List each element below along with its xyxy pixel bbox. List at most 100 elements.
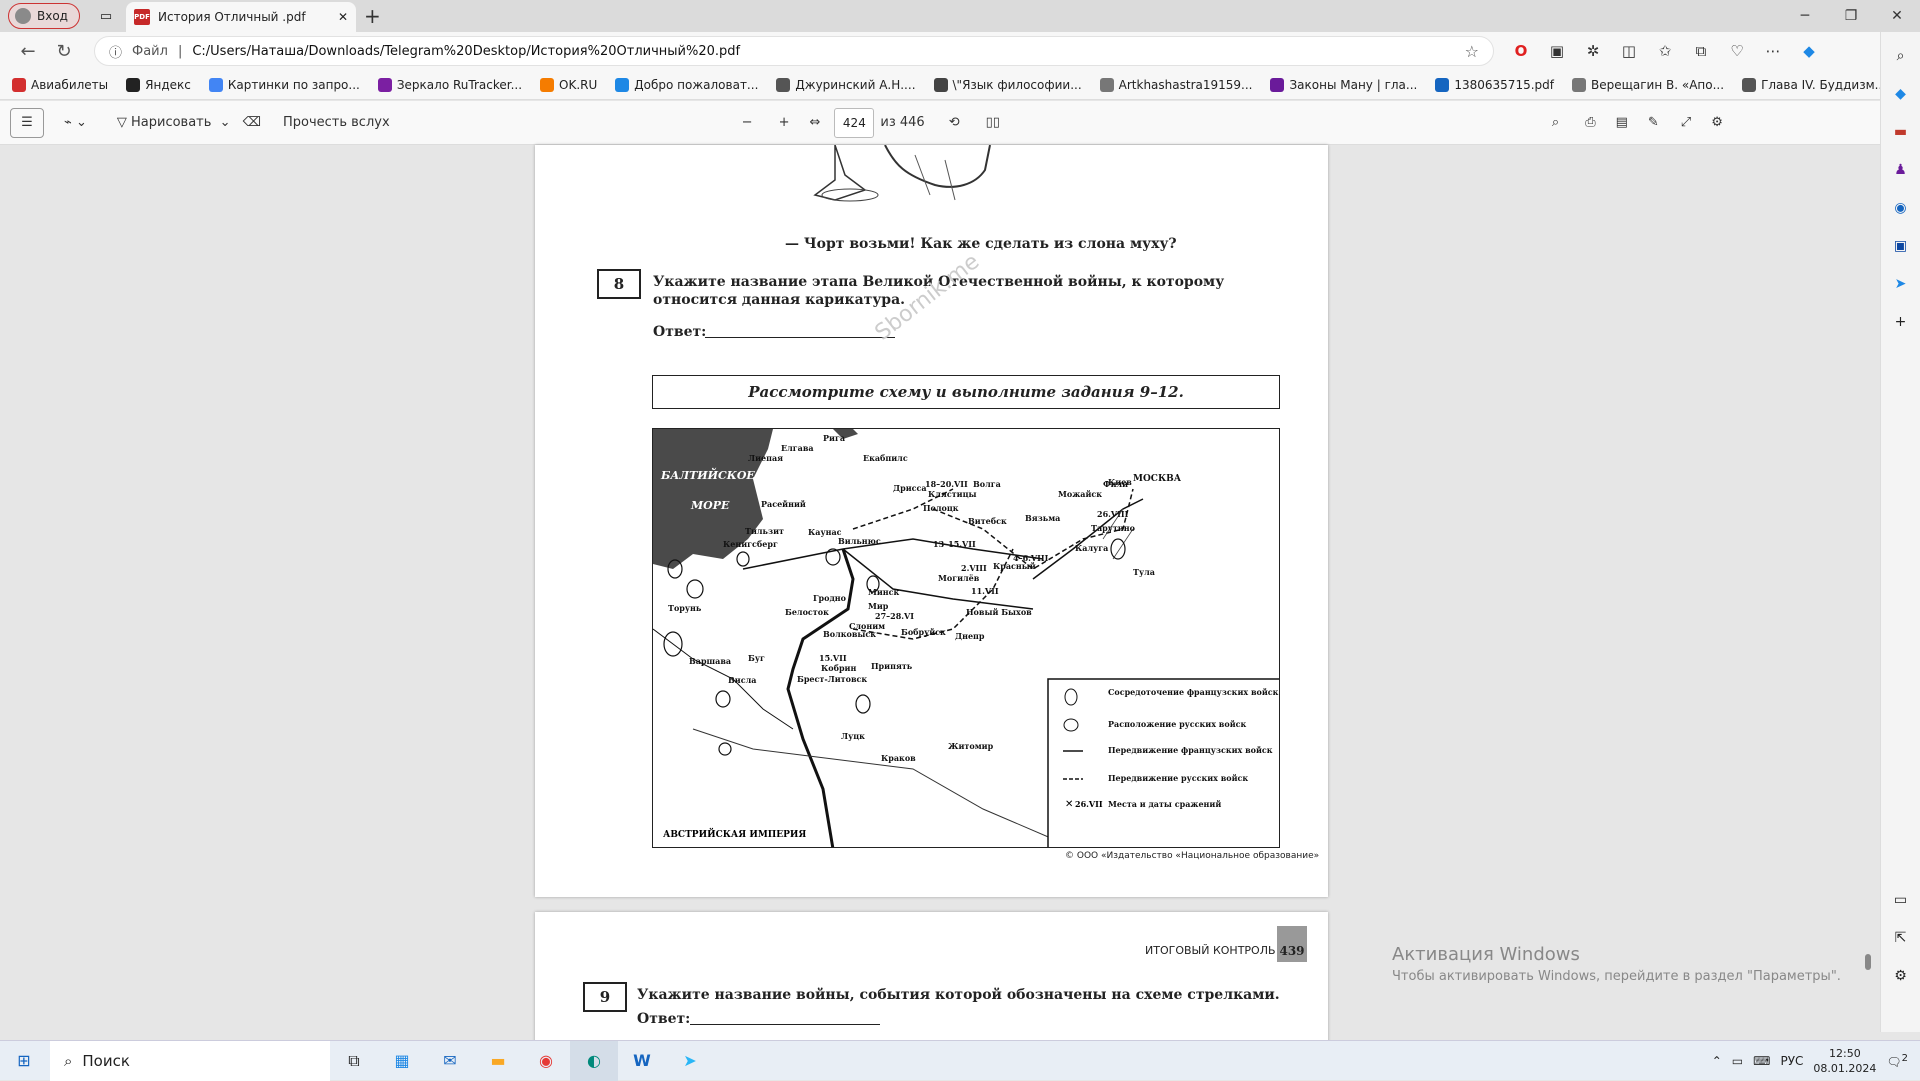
bookmark-icon (776, 77, 791, 92)
sidebar-shopping-icon[interactable]: ◆ (1889, 82, 1913, 106)
opera-icon[interactable]: O (1510, 40, 1532, 62)
bookmark-item[interactable]: Artkhashastra19159... (1099, 77, 1252, 92)
contents-icon[interactable]: ☰ (10, 107, 44, 138)
minimize-button[interactable]: ─ (1782, 0, 1828, 32)
bookmark-item[interactable]: Глава IV. Буддизм... (1742, 77, 1886, 92)
print-icon[interactable]: ⎙ (1579, 108, 1601, 138)
sidebar-settings-icon[interactable]: ⚙ (1889, 964, 1913, 988)
split-screen-icon[interactable]: ◫ (1618, 40, 1640, 62)
sidebar-office-icon[interactable]: ◉ (1889, 196, 1913, 220)
bookmark-item[interactable]: Джуринский А.Н.... (776, 77, 916, 92)
more-menu-icon[interactable]: ⋯ (1762, 40, 1784, 62)
bookmark-item[interactable]: 1380635715.pdf (1435, 77, 1554, 92)
close-window-button[interactable]: ✕ (1874, 0, 1920, 32)
notification-icon[interactable]: 🗨2 (1886, 1053, 1908, 1069)
sidebar-games-icon[interactable]: ♟ (1889, 158, 1913, 182)
extension-icon[interactable]: ▣ (1546, 40, 1568, 62)
bookmark-label: \"Язык философии... (952, 77, 1082, 92)
keyboard-icon[interactable]: ⌨ (1753, 1054, 1770, 1068)
search-icon[interactable]: ⌕ (1546, 108, 1565, 138)
read-aloud-button[interactable]: Прочесть вслух (277, 108, 396, 138)
info-icon[interactable]: ⓘ (109, 42, 122, 61)
map-label: Тарутино (1091, 523, 1136, 533)
sidebar-add-icon[interactable]: + (1889, 310, 1913, 334)
bookmark-item[interactable]: Добро пожаловат... (615, 77, 758, 92)
highlight-icon[interactable]: ⌁ ⌄ (58, 108, 93, 138)
bookmark-item[interactable]: Картинки по запро... (208, 77, 360, 92)
map-label: 26.VIII (1097, 509, 1129, 519)
bookmark-icon (126, 77, 141, 92)
map-sea-label: БАЛТИЙСКОЕ (660, 467, 755, 482)
edge-icon[interactable]: ◐ (570, 1040, 618, 1081)
bookmark-label: Картинки по запро... (227, 77, 360, 92)
store-icon[interactable]: ▦ (378, 1041, 426, 1081)
answer-line-2[interactable] (690, 1024, 880, 1025)
collections-icon[interactable]: ⧉ (1690, 40, 1712, 62)
page-view-icon[interactable]: ▯▯ (980, 108, 1006, 138)
refresh-button[interactable]: ↻ (46, 36, 82, 66)
browser-essentials-icon[interactable]: ♡ (1726, 40, 1748, 62)
tray-chevron-icon[interactable]: ⌃ (1712, 1054, 1722, 1068)
favorite-star-icon[interactable]: ☆ (1465, 42, 1479, 61)
tab-bar: Вход ▭ PDF История Отличный .pdf ✕ + ─ ❐… (0, 0, 1920, 32)
copilot-icon[interactable]: ◆ (1798, 40, 1820, 62)
time: 12:50 (1829, 1046, 1861, 1060)
browser-tab[interactable]: PDF История Отличный .pdf ✕ (126, 2, 356, 32)
avatar (15, 8, 31, 24)
bookmark-item[interactable]: OK.RU (540, 77, 597, 92)
favorites-icon[interactable]: ✩ (1654, 40, 1676, 62)
save-icon[interactable]: ▤ (1610, 108, 1634, 138)
fit-page-icon[interactable]: ⇔ (803, 108, 826, 138)
sidebar-send-icon[interactable]: ➤ (1889, 272, 1913, 296)
telegram-icon[interactable]: ➤ (666, 1041, 714, 1081)
back-button[interactable]: ← (10, 36, 46, 66)
scrollbar[interactable] (1862, 110, 1874, 1040)
zoom-out-icon[interactable]: − (736, 108, 759, 138)
save-as-icon[interactable]: ✎ (1642, 108, 1665, 138)
copyright: © ООО «Издательство «Национальное образо… (1065, 851, 1320, 861)
language-indicator[interactable]: РУС (1780, 1054, 1803, 1068)
draw-button[interactable]: ▽ Нарисовать ⌄ (111, 108, 237, 138)
zoom-in-icon[interactable]: + (773, 108, 796, 138)
bookmark-item[interactable]: Верещагин В. «Апо... (1571, 77, 1724, 92)
bookmark-item[interactable]: Законы Ману | гла... (1270, 77, 1417, 92)
eraser-icon[interactable]: ⌫ (237, 108, 267, 138)
map-label: 13–15.VII (933, 539, 976, 549)
map-label: 11.VII (971, 586, 999, 596)
task-view-icon[interactable]: ⧉ (330, 1041, 378, 1081)
bookmark-icon (1435, 77, 1450, 92)
clock[interactable]: 12:50 08.01.2024 (1813, 1046, 1876, 1076)
mail-icon[interactable]: ✉ (426, 1041, 474, 1081)
maximize-button[interactable]: ❐ (1828, 0, 1874, 32)
network-icon[interactable]: ▭ (1732, 1054, 1743, 1068)
start-icon[interactable]: ⊞ (0, 1041, 48, 1081)
settings-icon[interactable]: ⚙ (1705, 108, 1729, 138)
bookmark-item[interactable]: Авиабилеты (12, 77, 108, 92)
taskbar-search[interactable]: ⌕ Поиск (50, 1040, 330, 1081)
rotate-icon[interactable]: ⟲ (943, 108, 966, 138)
q8-number: 8 (597, 269, 641, 299)
page-number-input[interactable]: 424 (834, 107, 875, 138)
fullscreen-icon[interactable]: ⤢ (1675, 108, 1697, 138)
explorer-icon[interactable]: ▬ (474, 1041, 522, 1081)
close-tab-icon[interactable]: ✕ (338, 10, 348, 24)
answer-line[interactable] (705, 337, 895, 338)
address-field[interactable]: ⓘ Файл | C:/Users/Наташа/Downloads/Teleg… (94, 36, 1494, 66)
bookmark-item[interactable]: \"Язык философии... (933, 77, 1082, 92)
extensions-puzzle-icon[interactable]: ✲ (1582, 40, 1604, 62)
chrome-icon[interactable]: ◉ (522, 1041, 570, 1081)
profile-button[interactable]: Вход (8, 3, 80, 29)
bookmark-item[interactable]: Яндекс (126, 77, 191, 92)
legend-date: 26.VII (1075, 799, 1103, 809)
scrollbar-thumb[interactable] (1865, 954, 1871, 970)
sidebar-search-icon[interactable]: ⌕ (1889, 44, 1913, 68)
sidebar-outlook-icon[interactable]: ▣ (1889, 234, 1913, 258)
map-label: Брест-Литовск (797, 674, 867, 684)
bookmark-item[interactable]: Зеркало RuTracker... (377, 77, 522, 92)
word-icon[interactable]: W (618, 1041, 666, 1081)
sidebar-tools-icon[interactable]: ▬ (1889, 120, 1913, 144)
tab-actions-icon[interactable]: ▭ (96, 6, 116, 26)
sidebar-external-icon[interactable]: ⇱ (1889, 926, 1913, 950)
new-tab-button[interactable]: + (364, 4, 381, 28)
sidebar-split-icon[interactable]: ▭ (1889, 888, 1913, 912)
